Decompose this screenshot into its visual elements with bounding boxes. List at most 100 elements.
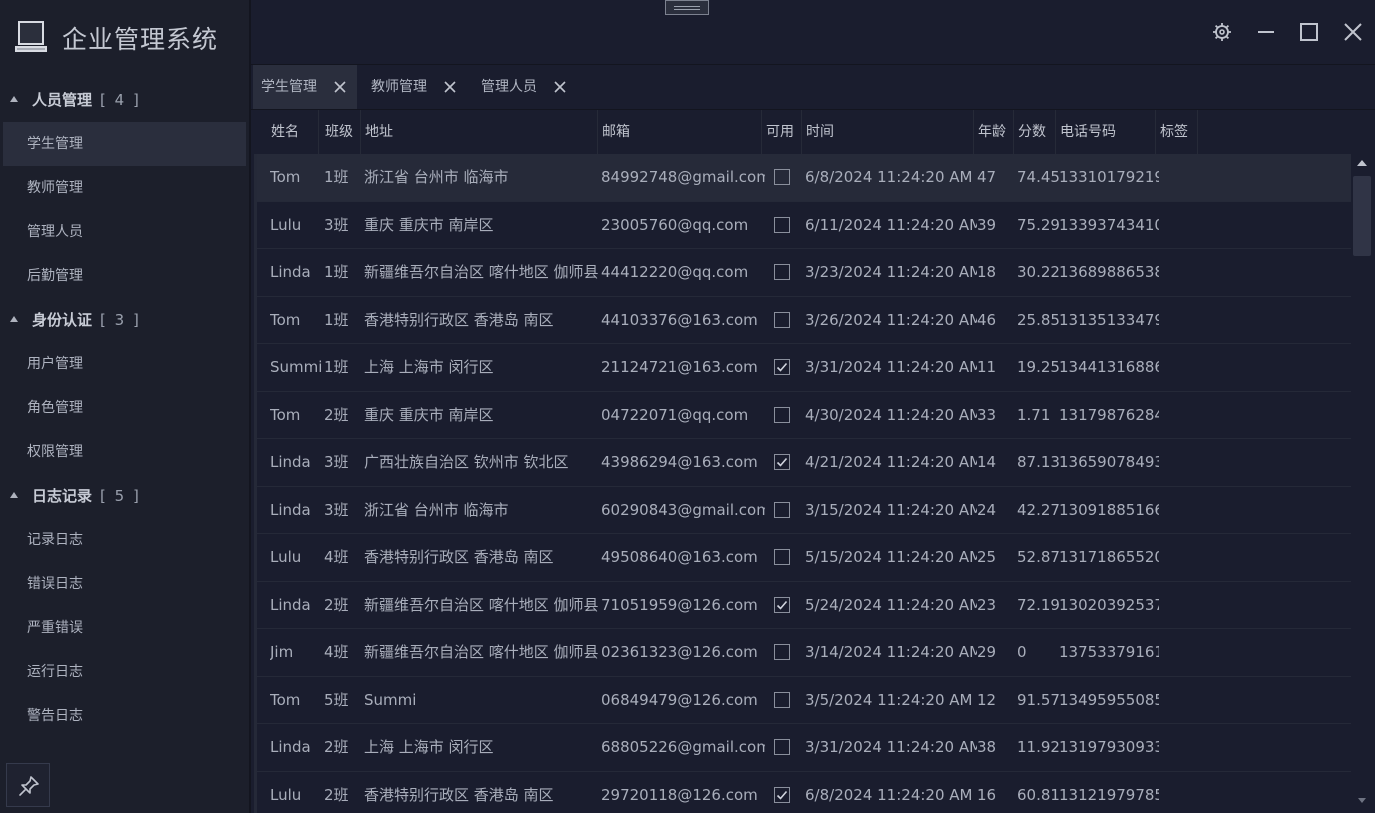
table-row[interactable]: Tom 5班 Summi 06849479@126.com 3/5/2024 11:24… bbox=[254, 676, 1351, 724]
tab-2[interactable]: 教师管理 bbox=[363, 65, 467, 109]
scroll-up-icon[interactable] bbox=[1357, 160, 1367, 166]
cell-address: 浙江省 台州市 临海市 bbox=[364, 168, 509, 186]
enabled-checkbox[interactable] bbox=[774, 406, 790, 423]
column-header-age[interactable]: 年龄 bbox=[974, 110, 1014, 154]
table-row[interactable]: Lulu 4班 香港特别行政区 香港岛 南区 49508640@163.com 5/15… bbox=[254, 534, 1351, 582]
table-row[interactable]: Tom 2班 重庆 重庆市 南岸区 04722071@qq.com 4/30/2024 … bbox=[254, 391, 1351, 439]
sidebar-item[interactable]: 后勤管理 bbox=[0, 254, 246, 298]
enabled-checkbox[interactable] bbox=[774, 596, 790, 613]
cell-address: Summi bbox=[364, 690, 417, 709]
enabled-checkbox[interactable] bbox=[774, 501, 790, 518]
sidebar-item[interactable]: 学生管理 bbox=[3, 122, 246, 166]
tab-1[interactable]: 学生管理 bbox=[253, 65, 357, 109]
enabled-checkbox[interactable] bbox=[774, 691, 790, 708]
cell-name: Lulu bbox=[270, 548, 302, 566]
cell-phone: 13393743410 bbox=[1059, 215, 1159, 234]
table-row[interactable]: Tom 1班 香港特别行政区 香港岛 南区 44103376@163.com 3/26/… bbox=[254, 296, 1351, 344]
enabled-checkbox[interactable] bbox=[774, 739, 790, 755]
cell-class: 1班 bbox=[324, 168, 349, 186]
cell-name: Linda bbox=[270, 263, 311, 281]
cell-class: 4班 bbox=[324, 643, 349, 661]
nav-group-header[interactable]: 日志记录 [ 5 ] bbox=[0, 474, 249, 518]
cell-class: 3班 bbox=[324, 215, 349, 234]
sidebar-item[interactable]: 用户管理 bbox=[0, 342, 246, 386]
nav-group-label: 日志记录 bbox=[32, 487, 93, 505]
nav-group-header[interactable]: 身份认证 [ 3 ] bbox=[0, 298, 249, 342]
column-header-time[interactable]: 时间 bbox=[802, 110, 974, 154]
table-row[interactable]: Jim 4班 新疆维吾尔自治区 喀什地区 伽师县 02361323@126.com 3/… bbox=[254, 629, 1351, 677]
column-header-address[interactable]: 地址 bbox=[361, 110, 598, 154]
column-header-enabled[interactable]: 可用 bbox=[762, 110, 802, 154]
pin-button[interactable] bbox=[6, 763, 50, 807]
enabled-checkbox[interactable] bbox=[774, 786, 790, 803]
gear-icon[interactable] bbox=[1210, 20, 1234, 44]
cell-age: 23 bbox=[977, 595, 997, 614]
column-header-score[interactable]: 分数 bbox=[1014, 110, 1056, 154]
cell-class: 1班 bbox=[324, 358, 349, 376]
enabled-checkbox[interactable] bbox=[774, 311, 790, 328]
check-icon bbox=[776, 600, 788, 610]
enabled-checkbox[interactable] bbox=[774, 549, 790, 565]
sidebar-item[interactable]: 角色管理 bbox=[0, 386, 246, 430]
table-row[interactable]: Lulu 3班 重庆 重庆市 南岸区 23005760@qq.com 6/11/2024… bbox=[254, 201, 1351, 249]
table-row[interactable]: Summi 1班 上海 上海市 闵行区 21124721@163.com 3/31/20… bbox=[254, 344, 1351, 392]
tab-close-icon[interactable] bbox=[443, 80, 457, 94]
sidebar-item[interactable]: 运行日志 bbox=[0, 650, 246, 694]
sidebar-item[interactable]: 错误日志 bbox=[0, 562, 246, 606]
column-header-class[interactable]: 班级 bbox=[321, 110, 361, 154]
table-row[interactable]: Tom 1班 浙江省 台州市 临海市 84992748@gmail.com 6/8/20… bbox=[254, 154, 1351, 202]
enabled-checkbox[interactable] bbox=[774, 359, 790, 375]
cell-address: 新疆维吾尔自治区 喀什地区 伽师县 bbox=[364, 643, 599, 661]
cell-name: Tom bbox=[270, 168, 301, 186]
tab-close-icon[interactable] bbox=[553, 80, 567, 94]
column-header-name[interactable]: 姓名 bbox=[267, 110, 319, 154]
scroll-thumb[interactable] bbox=[1353, 176, 1371, 256]
cell-class: 3班 bbox=[324, 500, 349, 519]
cell-score: 0 bbox=[1017, 643, 1027, 661]
cell-tag bbox=[1159, 772, 1201, 813]
vertical-scrollbar[interactable] bbox=[1351, 154, 1375, 813]
cell-email: 29720118@126.com bbox=[601, 785, 758, 804]
check-icon bbox=[776, 457, 788, 467]
laptop-icon bbox=[15, 21, 47, 52]
nav-group-header[interactable]: 人员管理 [ 4 ] bbox=[0, 78, 249, 122]
cell-tag bbox=[1159, 487, 1201, 534]
cell-phone: 13091885166 bbox=[1059, 500, 1159, 519]
table-row[interactable]: Linda 1班 新疆维吾尔自治区 喀什地区 伽师县 44412220@qq.com 3… bbox=[254, 249, 1351, 297]
drag-handle[interactable] bbox=[665, 0, 709, 15]
sidebar-item[interactable]: 权限管理 bbox=[0, 430, 246, 474]
sidebar-item[interactable]: 教师管理 bbox=[0, 166, 246, 210]
tab-3[interactable]: 管理人员 bbox=[473, 65, 577, 109]
tab-close-icon[interactable] bbox=[333, 80, 347, 94]
table-row[interactable]: Lulu 2班 香港特别行政区 香港岛 南区 29720118@126.com 6/8/… bbox=[254, 771, 1351, 813]
table-row[interactable]: Linda 3班 广西壮族自治区 钦州市 钦北区 43986294@163.com 4/… bbox=[254, 439, 1351, 487]
column-header-email[interactable]: 邮箱 bbox=[598, 110, 762, 154]
cell-email: 43986294@163.com bbox=[601, 453, 758, 471]
cell-time: 3/26/2024 11:24:20 AM bbox=[805, 310, 977, 329]
enabled-checkbox[interactable] bbox=[774, 169, 790, 185]
enabled-checkbox[interactable] bbox=[774, 644, 790, 660]
close-icon[interactable] bbox=[1341, 20, 1365, 44]
sidebar-item[interactable]: 管理人员 bbox=[0, 210, 246, 254]
sidebar-item[interactable]: 警告日志 bbox=[0, 694, 246, 738]
enabled-checkbox[interactable] bbox=[774, 216, 790, 233]
table-row[interactable]: Linda 2班 新疆维吾尔自治区 喀什地区 伽师县 71051959@126.com… bbox=[254, 581, 1351, 629]
cell-address: 重庆 重庆市 南岸区 bbox=[364, 215, 494, 234]
cell-time: 5/15/2024 11:24:20 AM bbox=[805, 548, 977, 566]
column-header-phone[interactable]: 电话号码 bbox=[1056, 110, 1156, 154]
cell-email: 60290843@gmail.com bbox=[601, 500, 765, 519]
enabled-checkbox[interactable] bbox=[774, 264, 790, 280]
nav-group-label: 身份认证 bbox=[32, 311, 93, 329]
column-header-tag[interactable]: 标签 bbox=[1156, 110, 1198, 154]
table-row[interactable]: Linda 3班 浙江省 台州市 临海市 60290843@gmail.com 3/15… bbox=[254, 486, 1351, 534]
table-row[interactable]: Linda 2班 上海 上海市 闵行区 68805226@gmail.com 3/31/… bbox=[254, 724, 1351, 772]
maximize-icon[interactable] bbox=[1297, 20, 1321, 44]
minimize-icon[interactable] bbox=[1254, 20, 1278, 44]
scroll-down-icon[interactable] bbox=[1358, 798, 1366, 803]
data-grid: 姓名 班级 地址 邮箱 可用 时间 年龄 分数 电话号码 标签 Tom 1班 浙江省 台州市 临海市 8… bbox=[251, 110, 1375, 813]
cell-time: 6/8/2024 11:24:20 AM bbox=[805, 168, 973, 186]
enabled-checkbox[interactable] bbox=[774, 454, 790, 470]
cell-score: 74.45 bbox=[1017, 168, 1059, 186]
sidebar-item[interactable]: 严重错误 bbox=[0, 606, 246, 650]
sidebar-item[interactable]: 记录日志 bbox=[0, 518, 246, 562]
